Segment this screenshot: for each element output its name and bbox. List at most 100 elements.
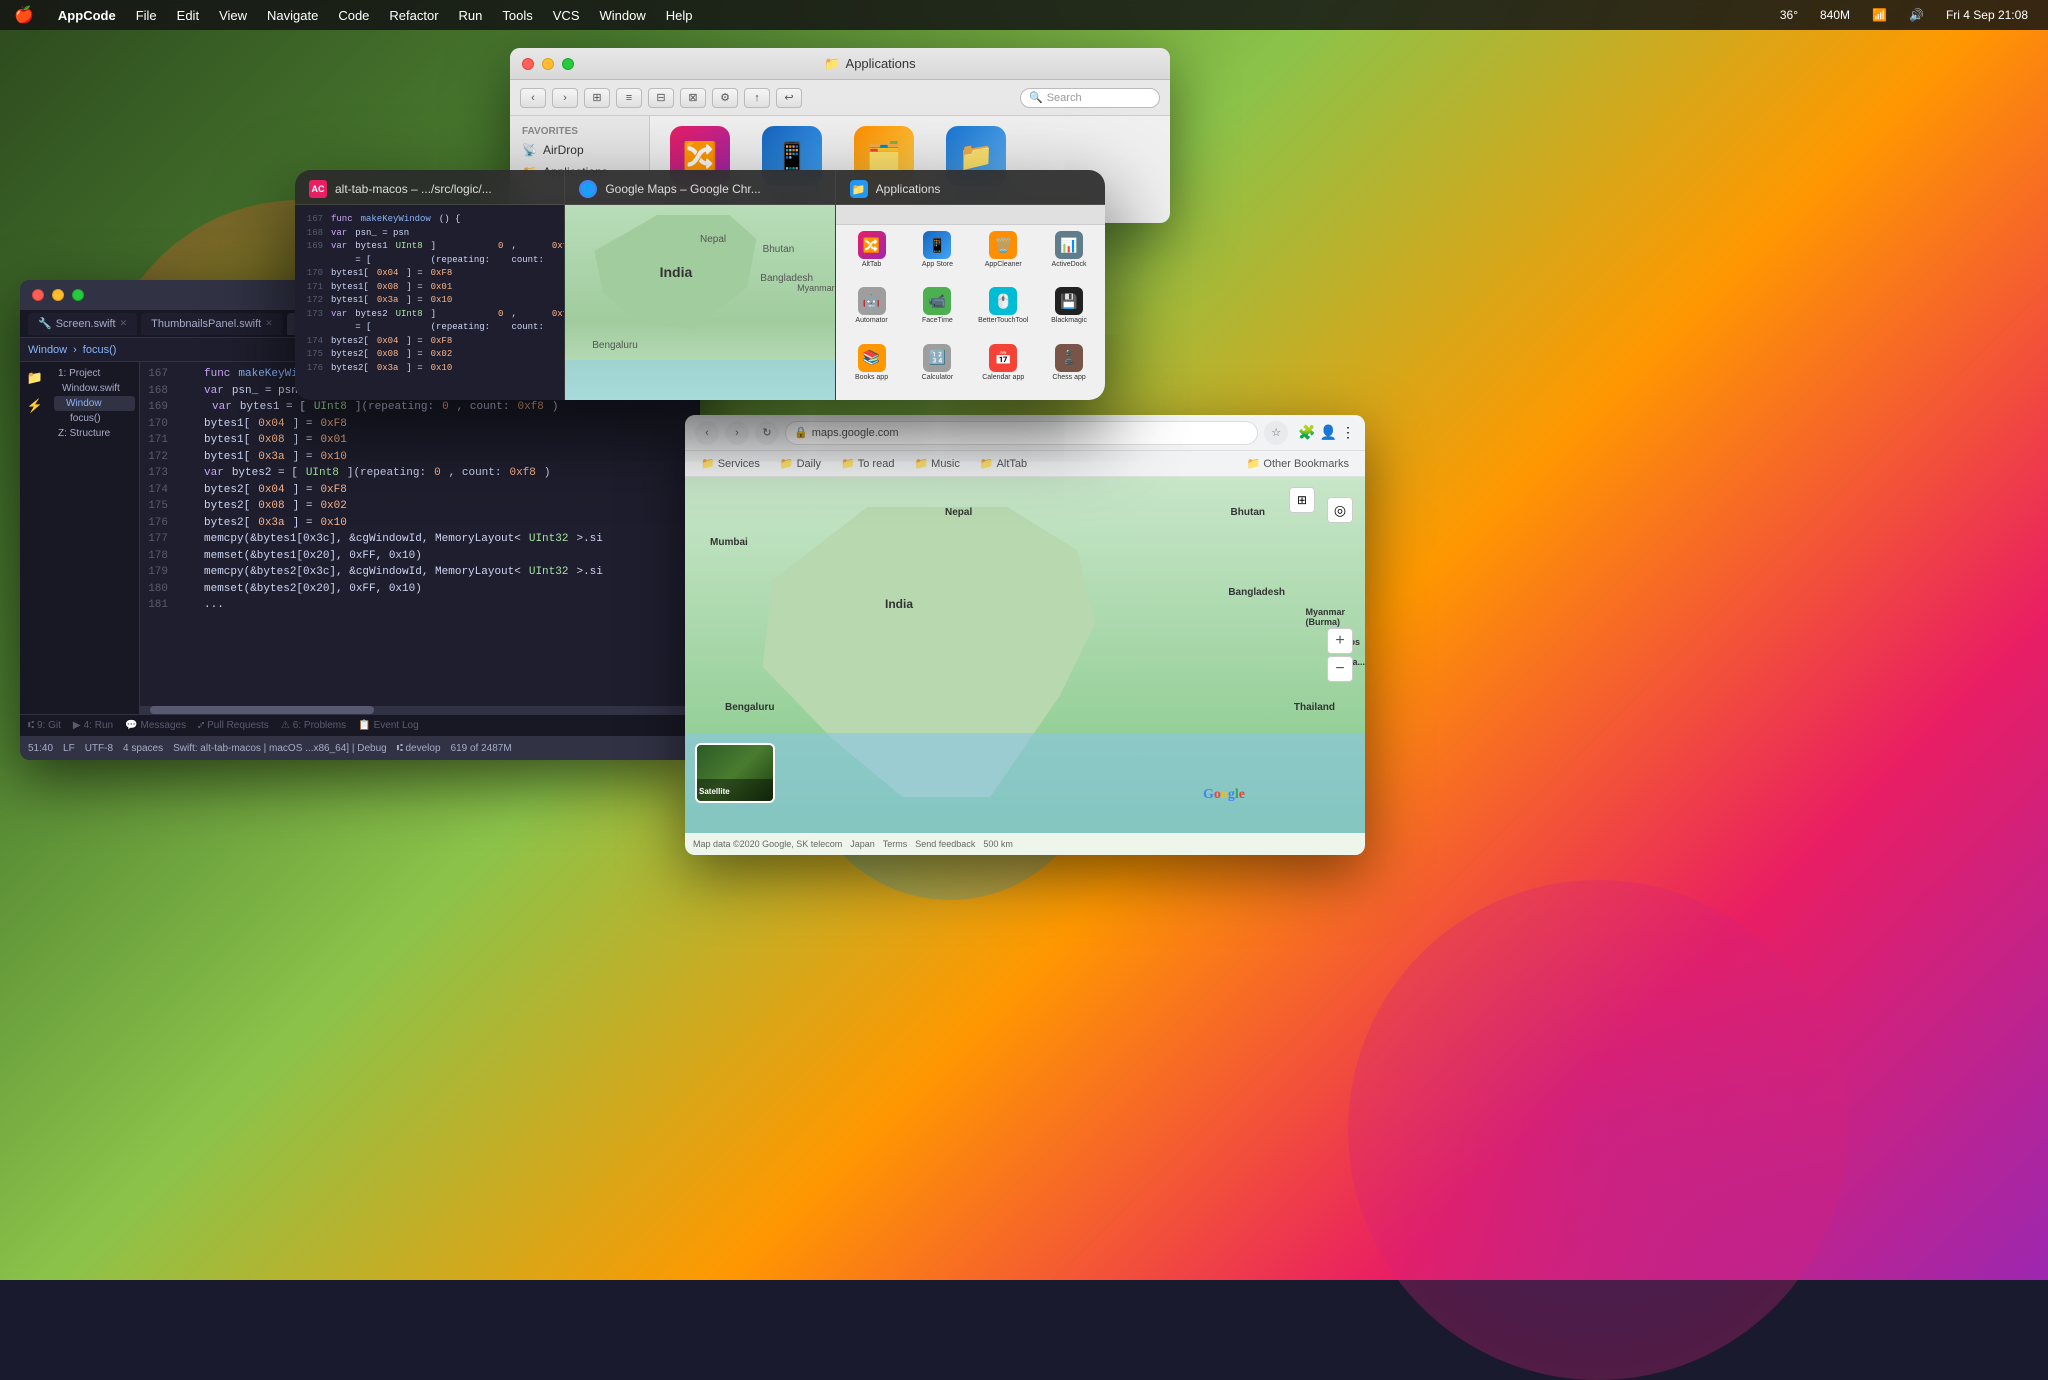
switcher-tab-maps[interactable]: 🌐 Google Maps – Google Chr... India Nepa… [565,170,835,400]
mini-app-bettertouchtool: 🖱️ BetterTouchTool [973,287,1033,337]
my-location-button[interactable]: ◎ [1327,497,1353,523]
finder-title: 📁 Applications [582,56,1158,72]
tab-thumbnails[interactable]: ThumbnailsPanel.swift ✕ [141,313,283,335]
map-label-thailand: Thailand [1294,702,1335,713]
menu-run[interactable]: Run [449,0,493,30]
menubar-temp: 36° [1770,0,1808,30]
mini-app-alttab: 🔀 AltTab [842,231,902,281]
bookmark-other[interactable]: 📁 Other Bookmarks [1241,455,1355,472]
window-close-button[interactable] [522,58,534,70]
tab-close-thumbnails[interactable]: ✕ [265,318,273,329]
map-grid-button[interactable]: ⊞ [1289,487,1315,513]
extension-icon-2[interactable]: 👤 [1320,424,1337,441]
bookmark-alttab[interactable]: 📁 AltTab [974,455,1033,472]
editor-close-button[interactable] [32,289,44,301]
switcher-tab-appcode-content: 167func makeKeyWindow() { 168 var psn_ =… [295,205,564,400]
menu-code[interactable]: Code [328,0,379,30]
menu-tools[interactable]: Tools [492,0,542,30]
satellite-thumbnail[interactable]: Satellite [695,743,775,803]
list-view-button[interactable]: ≡ [616,88,642,108]
maps-refresh-button[interactable]: ↻ [755,421,779,445]
bookmark-alttab-icon: 📁 [980,457,994,470]
pull-requests-btn[interactable]: ⑇ Pull Requests [198,720,269,731]
map-zoom-out-button[interactable]: − [1327,656,1353,682]
window-minimize-button[interactable] [542,58,554,70]
menu-refactor[interactable]: Refactor [379,0,448,30]
sidebar-item-airdrop[interactable]: 📡 AirDrop [510,139,649,161]
forward-button[interactable]: › [552,88,578,108]
maps-chrome-toolbar: ‹ › ↻ 🔒 maps.google.com ☆ 🧩 👤 ⋮ [685,415,1365,451]
run-panel-btn[interactable]: ▶ 4: Run [73,720,113,731]
project-item-window[interactable]: Window [54,396,135,411]
problems-panel-btn[interactable]: ⚠ 6: Problems [281,720,346,731]
finder-search[interactable]: 🔍 Search [1020,88,1160,108]
action-button[interactable]: ↩ [776,88,802,108]
swift-info: Swift: alt-tab-macos | macOS ...x86_64] … [173,743,387,754]
editor-maximize-button[interactable] [72,289,84,301]
extension-icon-1[interactable]: 🧩 [1298,424,1315,441]
project-structure[interactable]: Z: Structure [54,426,135,441]
bookmark-daily[interactable]: 📁 Daily [774,455,827,472]
breadcrumb-focus[interactable]: focus() [83,344,117,356]
menu-window[interactable]: Window [590,0,656,30]
event-log-btn[interactable]: 📋 Event Log [358,720,419,731]
menubar-volume[interactable]: 🔊 [1899,0,1934,30]
git-panel-btn[interactable]: ⑆ 9: Git [28,720,61,731]
back-button[interactable]: ‹ [520,88,546,108]
project-item-2[interactable]: Window.swift [54,381,135,396]
tab-screen-swift[interactable]: 🔧 Screen.swift ✕ [28,313,137,335]
maps-mini-preview: India Nepal Bhutan Bangladesh Myanmar Be… [565,205,834,400]
bookmark-music[interactable]: 📁 Music [908,455,965,472]
messages-panel-btn[interactable]: 💬 Messages [125,720,186,731]
structure-icon[interactable]: ⚡ [25,396,45,416]
menu-file[interactable]: File [126,0,167,30]
app-switcher[interactable]: AC alt-tab-macos – .../src/logic/... 167… [295,170,1105,400]
maps-back-button[interactable]: ‹ [695,421,719,445]
maps-forward-button[interactable]: › [725,421,749,445]
project-item-focus[interactable]: focus() [54,411,135,426]
switcher-tabs-container: AC alt-tab-macos – .../src/logic/... 167… [295,170,1105,400]
ocean-area [685,733,1365,833]
menu-vcs[interactable]: VCS [543,0,590,30]
tab-close-screen[interactable]: ✕ [120,318,128,329]
sort-button[interactable]: ⚙ [712,88,738,108]
menubar-wifi[interactable]: 📶 [1862,0,1897,30]
map-zoom-in-button[interactable]: + [1327,628,1353,654]
window-maximize-button[interactable] [562,58,574,70]
messages-icon: 💬 [125,720,137,731]
switcher-tab-applications[interactable]: 📁 Applications 🔀 AltTab 📱 App Store [836,170,1105,400]
code-content: 167func makeKeyWindow() { 168 var psn_ =… [140,362,700,618]
icon-view-button[interactable]: ⊞ [584,88,610,108]
editor-code-area[interactable]: 167func makeKeyWindow() { 168 var psn_ =… [140,362,700,714]
mini-app-appstore: 📱 App Store [907,231,967,281]
share-button[interactable]: ↑ [744,88,770,108]
maps-url-bar[interactable]: 🔒 maps.google.com [785,421,1258,445]
gallery-view-button[interactable]: ⊠ [680,88,706,108]
map-japan-link[interactable]: Japan [850,839,875,849]
maps-bookmark-btn[interactable]: ☆ [1264,421,1288,445]
project-panel-icon[interactable]: 📁 [25,368,45,388]
branch-indicator[interactable]: ⑆ develop [397,743,441,754]
bookmark-toread[interactable]: 📁 To read [835,455,900,472]
app-name[interactable]: AppCode [48,0,126,30]
menu-help[interactable]: Help [656,0,703,30]
scrollbar-thumb[interactable] [150,706,374,714]
switcher-tab-appcode[interactable]: AC alt-tab-macos – .../src/logic/... 167… [295,170,565,400]
horizontal-scrollbar[interactable] [140,706,700,714]
breadcrumb-window[interactable]: Window [28,344,67,356]
menu-edit[interactable]: Edit [167,0,209,30]
map-feedback-link[interactable]: Send feedback [915,839,975,849]
extension-menu[interactable]: ⋮ [1341,424,1355,441]
apple-menu[interactable]: 🍎 [0,0,48,30]
menu-navigate[interactable]: Navigate [257,0,328,30]
map-terms-link[interactable]: Terms [883,839,908,849]
mini-app-chess: ♟️ Chess app [1039,344,1099,394]
editor-bottom-info-bar: 51:40 LF UTF-8 4 spaces Swift: alt-tab-m… [20,736,700,760]
editor-minimize-button[interactable] [52,289,64,301]
mini-app-books: 📚 Books app [842,344,902,394]
maps-window: ‹ › ↻ 🔒 maps.google.com ☆ 🧩 👤 ⋮ 📁 Servic… [685,415,1365,855]
column-view-button[interactable]: ⊟ [648,88,674,108]
bookmark-services[interactable]: 📁 Services [695,455,766,472]
project-item-1[interactable]: 1: Project [54,366,135,381]
menu-view[interactable]: View [209,0,257,30]
